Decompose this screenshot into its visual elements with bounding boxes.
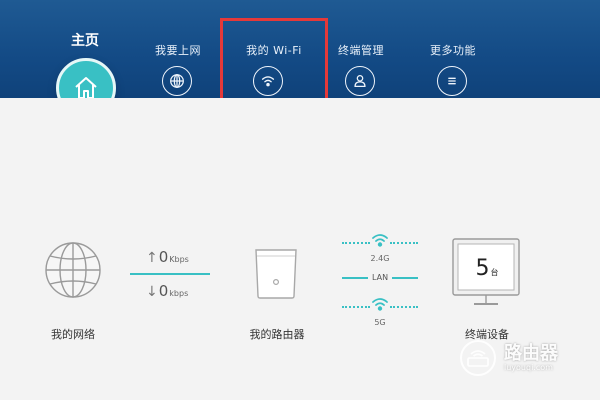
upload-speed: ↑ 0 Kbps <box>146 248 189 266</box>
dotted-line <box>390 306 418 308</box>
wifi-24g-icon <box>372 234 388 247</box>
menu-icon <box>437 66 467 96</box>
upload-value: 0 <box>158 248 169 266</box>
router-label: 我的路由器 <box>249 328 305 341</box>
dotted-line <box>342 242 370 244</box>
upload-unit: Kbps <box>169 255 189 264</box>
dotted-line <box>390 242 418 244</box>
lan-line-right <box>392 276 419 279</box>
download-speed: ↓ 0 kbps <box>146 282 188 300</box>
nav-item-internet[interactable]: 我要上网 <box>133 0 223 98</box>
nav-item-device-management[interactable]: 终端管理 <box>316 0 406 98</box>
lan-line-left <box>342 276 368 279</box>
arrow-down-icon: ↓ <box>146 284 158 300</box>
band-24g-label: 2.4G <box>370 254 390 263</box>
network-label: 我的网络 <box>51 328 95 341</box>
band-5g-label: 5G <box>374 318 386 327</box>
network-globe-icon[interactable] <box>45 238 101 312</box>
nav-home-label: 主页 <box>71 33 99 49</box>
watermark-name: 路由器 <box>504 342 558 364</box>
site-watermark: 路由器 luyouqi.com <box>458 336 598 380</box>
wifi-5g-icon <box>372 298 388 311</box>
device-count-value: 5 <box>475 256 490 281</box>
device-count: 5台 <box>472 256 502 281</box>
nav-item-label: 终端管理 <box>338 44 384 57</box>
nav-item-label: 我要上网 <box>155 44 201 57</box>
lan-row: LAN <box>342 273 419 282</box>
lan-label: LAN <box>371 273 389 282</box>
nav-item-more-features[interactable]: 更多功能 <box>408 0 498 98</box>
router-logo-icon <box>460 340 496 376</box>
watermark-site: luyouqi.com <box>504 362 553 372</box>
arrow-up-icon: ↑ <box>146 250 158 266</box>
nav-item-label: 更多功能 <box>430 44 476 57</box>
user-icon <box>345 66 375 96</box>
device-count-unit: 台 <box>490 268 499 277</box>
dotted-line <box>342 306 370 308</box>
wireless-status: 2.4G LAN 5G <box>342 230 419 330</box>
router-icon[interactable] <box>252 248 300 300</box>
speed-divider <box>130 273 210 275</box>
download-value: 0 <box>158 282 169 300</box>
speed-readout: ↑ 0 Kbps ↓ 0 kbps <box>130 248 210 306</box>
globe-icon <box>162 66 192 96</box>
download-unit: kbps <box>169 289 189 298</box>
